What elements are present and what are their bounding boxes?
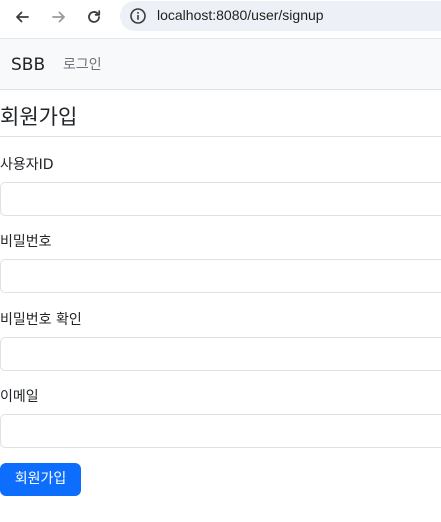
email-label: 이메일 [0, 389, 39, 405]
info-circle-icon[interactable] [129, 7, 147, 25]
email-input[interactable] [0, 414, 441, 448]
reload-icon[interactable] [82, 5, 106, 29]
arrow-left-icon[interactable] [10, 5, 34, 29]
page-title: 회원가입 [0, 105, 78, 129]
password-input[interactable] [0, 259, 441, 293]
username-label: 사용자ID [0, 157, 54, 173]
password-label: 비밀번호 [0, 234, 52, 250]
signup-submit-button[interactable]: 회원가입 [0, 463, 81, 496]
password-confirm-input[interactable] [0, 337, 441, 371]
navbar: SBB 로그인 [0, 38, 441, 90]
password-confirm-label: 비밀번호 확인 [0, 312, 82, 328]
address-bar[interactable]: localhost:8080/user/signup [120, 1, 441, 31]
arrow-right-icon[interactable] [47, 5, 71, 29]
nav-link-login[interactable]: 로그인 [63, 55, 102, 75]
username-input[interactable] [0, 182, 441, 216]
browser-toolbar: localhost:8080/user/signup [0, 0, 441, 34]
navbar-brand[interactable]: SBB [11, 55, 45, 75]
title-divider [0, 136, 441, 137]
url-text[interactable]: localhost:8080/user/signup [157, 7, 324, 23]
